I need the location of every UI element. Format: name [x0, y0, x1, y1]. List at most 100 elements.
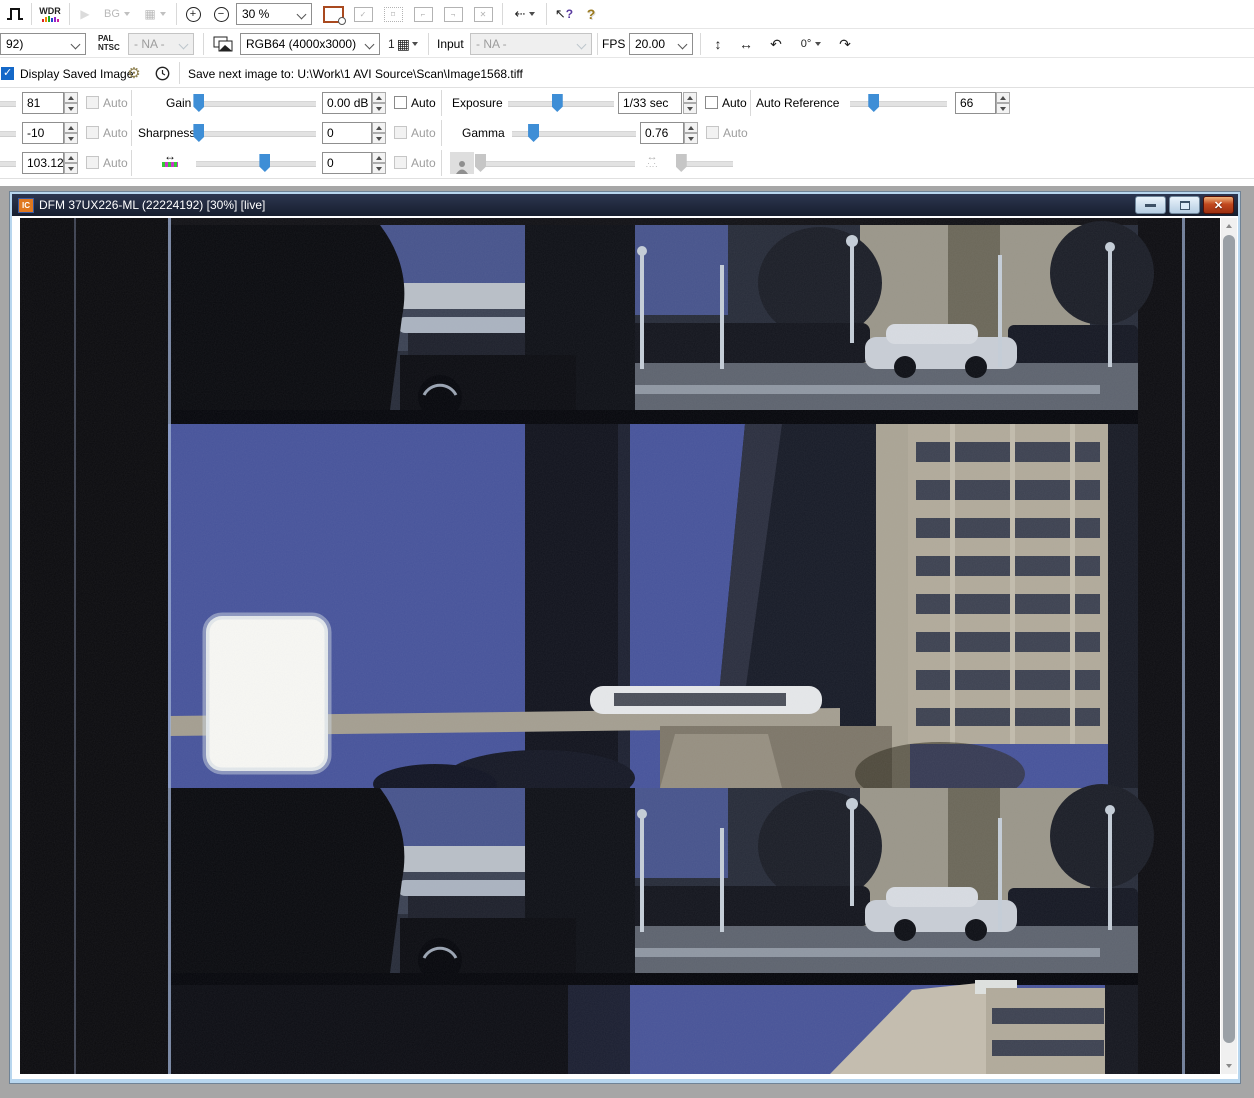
- video-norm-combo: - NA -: [128, 33, 194, 55]
- zoom-level-combo[interactable]: 30 %: [236, 3, 312, 25]
- sharpness-slider[interactable]: [196, 131, 316, 137]
- exposure-spinner[interactable]: [683, 92, 697, 114]
- white-balance-auto-checkbox: [394, 156, 407, 169]
- gear-icon: ⚙: [127, 64, 140, 82]
- sharpness-auto-checkbox: [394, 126, 407, 139]
- autoref-spinner[interactable]: [996, 92, 1010, 114]
- rotation-dropdown[interactable]: 0°: [793, 32, 829, 56]
- minimize-button[interactable]: [1135, 196, 1166, 214]
- white-balance-value-box[interactable]: 0: [322, 152, 372, 174]
- roi-apply-button: ✓: [350, 2, 376, 26]
- gain-auto-checkbox[interactable]: [394, 96, 407, 109]
- brightness-spinner[interactable]: [64, 92, 78, 114]
- brightness-value-box[interactable]: 81: [22, 92, 64, 114]
- scroll-down-arrow[interactable]: [1221, 1058, 1237, 1074]
- exposure-slider-thumb[interactable]: [552, 94, 563, 112]
- live-display-window: IC DFM 37UX226-ML (22224192) [30%] [live…: [10, 192, 1240, 1083]
- input-combo: - NA -: [470, 33, 592, 55]
- exposure-auto-label: Auto: [722, 96, 747, 110]
- scroll-up-arrow[interactable]: [1221, 218, 1237, 234]
- toolbar-device: 92) PALNTSC - NA - RGB64 (4000x3000) 1 ▦…: [0, 29, 1254, 58]
- context-help-button[interactable]: ↖?: [550, 2, 578, 26]
- flip-vertical-button[interactable]: ↕: [706, 32, 730, 56]
- save-settings-button[interactable]: ⚙: [122, 61, 146, 85]
- save-path-text: Save next image to: U:\Work\1 AVI Source…: [188, 67, 523, 81]
- exposure-value-box[interactable]: 1/33 sec: [618, 92, 682, 114]
- gamma-spinner[interactable]: [684, 122, 698, 144]
- toolbar-main: WDR ▶ BG ▦ + − 30 % ✓ ⌑: [0, 0, 1254, 28]
- sharpness-spinner[interactable]: [372, 122, 386, 144]
- zoom-out-button[interactable]: −: [208, 2, 234, 26]
- brightness-auto-label: Auto: [103, 96, 128, 110]
- gamma-value-box[interactable]: 0.76: [640, 122, 684, 144]
- roi-grow-button: ⌐: [410, 2, 436, 26]
- wb-temp-value-box[interactable]: 103.12: [22, 152, 64, 174]
- white-balance-slider[interactable]: [196, 161, 316, 167]
- format-icon: [209, 32, 237, 56]
- trigger-icon[interactable]: [2, 2, 28, 26]
- roi-zoom-button[interactable]: [320, 2, 346, 26]
- saturation-slider: [480, 161, 635, 167]
- gamma-label: Gamma: [462, 126, 505, 140]
- white-balance-spinner[interactable]: [372, 152, 386, 174]
- wb-temp-spinner[interactable]: [64, 152, 78, 174]
- display-saved-label: Display Saved Image: [20, 67, 133, 81]
- binning-dropdown[interactable]: 1 ▦: [382, 32, 424, 56]
- brightness-auto-checkbox: [86, 96, 99, 109]
- video-format-combo[interactable]: RGB64 (4000x3000): [240, 33, 380, 55]
- clock-icon: [155, 66, 170, 81]
- sharpness-value-box[interactable]: 0: [322, 122, 372, 144]
- fps-combo[interactable]: 20.00: [629, 33, 693, 55]
- exposure-auto-checkbox[interactable]: [705, 96, 718, 109]
- contrast-spinner[interactable]: [64, 122, 78, 144]
- scrollbar-thumb[interactable]: [1223, 235, 1235, 1043]
- denoise-slider: [678, 161, 733, 167]
- prop-row-1: 81 Auto Gain 0.00 dB Auto Exposure 1/33 …: [0, 88, 1254, 119]
- gain-spinner[interactable]: [372, 92, 386, 114]
- contrast-slider: [0, 131, 16, 137]
- sequence-dropdown[interactable]: ⇠: [508, 2, 542, 26]
- denoise-slider-thumb: [676, 154, 687, 172]
- close-button[interactable]: ✕: [1203, 196, 1234, 214]
- autoref-slider-thumb[interactable]: [868, 94, 879, 112]
- gain-slider[interactable]: [196, 101, 316, 107]
- wdr-icon[interactable]: WDR: [35, 2, 65, 26]
- rotate-cw-button[interactable]: ↷: [833, 32, 857, 56]
- zoom-in-button[interactable]: +: [180, 2, 206, 26]
- contrast-auto-label: Auto: [103, 126, 128, 140]
- denoise-icon: ↔ ∴∴: [646, 152, 658, 170]
- vertical-scrollbar[interactable]: [1221, 218, 1237, 1074]
- app-window-icon: IC: [18, 198, 34, 213]
- hue-slider: [0, 161, 16, 167]
- dither-icon: ▶: [73, 2, 97, 26]
- fps-label: FPS: [602, 37, 625, 51]
- display-saved-checkbox[interactable]: [1, 67, 14, 80]
- layout-grid-dropdown: ▦: [137, 2, 173, 26]
- binning-grid-icon: ▦: [397, 36, 410, 53]
- gain-label: Gain: [166, 96, 191, 110]
- gain-slider-thumb[interactable]: [193, 94, 204, 112]
- gain-auto-label: Auto: [411, 96, 436, 110]
- gain-value-box[interactable]: 0.00 dB: [322, 92, 372, 114]
- timer-button[interactable]: [150, 61, 174, 85]
- restore-button[interactable]: [1169, 196, 1200, 214]
- gamma-slider-thumb[interactable]: [528, 124, 539, 142]
- exposure-slider[interactable]: [508, 101, 614, 107]
- rotate-ccw-button[interactable]: ↶: [764, 32, 788, 56]
- roi-center-button: ⌑: [380, 2, 406, 26]
- gamma-slider[interactable]: [512, 131, 636, 137]
- device-combo[interactable]: 92): [0, 33, 86, 55]
- live-image[interactable]: [20, 218, 1220, 1074]
- help-button[interactable]: ?: [580, 2, 602, 26]
- window-titlebar[interactable]: IC DFM 37UX226-ML (22224192) [30%] [live…: [12, 194, 1238, 216]
- autoref-label: Auto Reference: [756, 96, 839, 110]
- sharpness-label: Sharpness: [138, 126, 195, 140]
- pal-ntsc-icon: PALNTSC: [98, 34, 120, 52]
- white-balance-slider-thumb[interactable]: [259, 154, 270, 172]
- white-balance-icon: ↔: [162, 151, 178, 167]
- autoref-slider[interactable]: [850, 101, 947, 107]
- autoref-value-box[interactable]: 66: [955, 92, 996, 114]
- chevron-down-icon: [297, 10, 307, 20]
- flip-horizontal-button[interactable]: ↔: [734, 32, 758, 56]
- contrast-value-box[interactable]: -10: [22, 122, 64, 144]
